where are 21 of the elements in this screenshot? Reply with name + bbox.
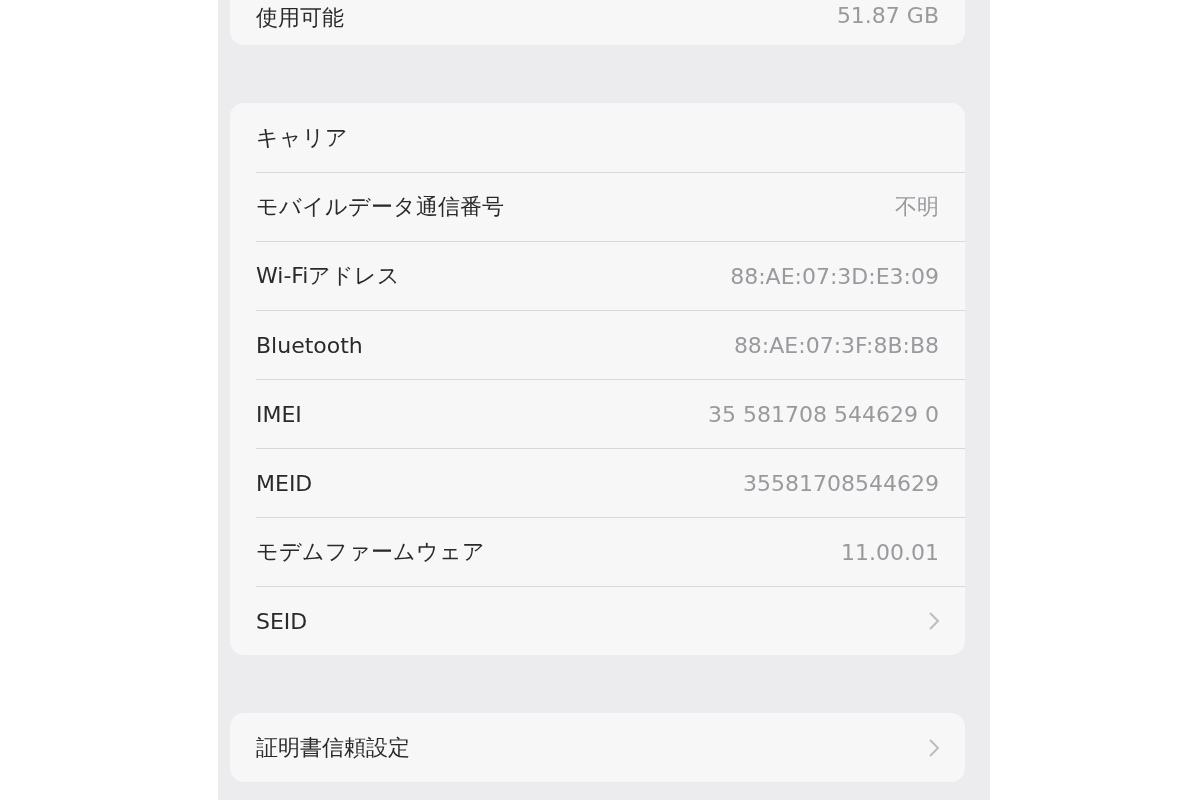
row-value: 51.87 GB: [836, 3, 939, 28]
row-label: Wi-Fiアドレス: [256, 262, 401, 290]
chevron-right-icon: [929, 738, 939, 757]
row-value: 88:AE:07:3F:8B:B8: [733, 332, 939, 358]
row-label: モデムファームウェア: [256, 538, 485, 566]
row-label: MEID: [256, 470, 313, 496]
row-value: 11.00.01: [841, 539, 939, 565]
row-label: SEID: [256, 608, 308, 634]
row-label: 使用可能: [256, 4, 344, 32]
chevron-right-icon: [929, 612, 939, 630]
row-value: 35581708544629: [743, 470, 939, 496]
row-label: モバイルデータ通信番号: [256, 193, 504, 221]
row-label: IMEI: [256, 401, 302, 427]
row-value: 35 581708 544629 0: [708, 401, 939, 427]
row-label: 証明書信頼設定: [256, 733, 410, 762]
settings-row[interactable]: 証明書信頼設定: [256, 713, 965, 782]
row-label: キャリア: [256, 123, 348, 152]
row-value: 88:AE:07:3D:E3:09: [730, 263, 939, 289]
row-label: Bluetooth: [256, 332, 363, 358]
row-value: 不明: [895, 193, 939, 221]
settings-row[interactable]: SEID: [256, 586, 965, 655]
